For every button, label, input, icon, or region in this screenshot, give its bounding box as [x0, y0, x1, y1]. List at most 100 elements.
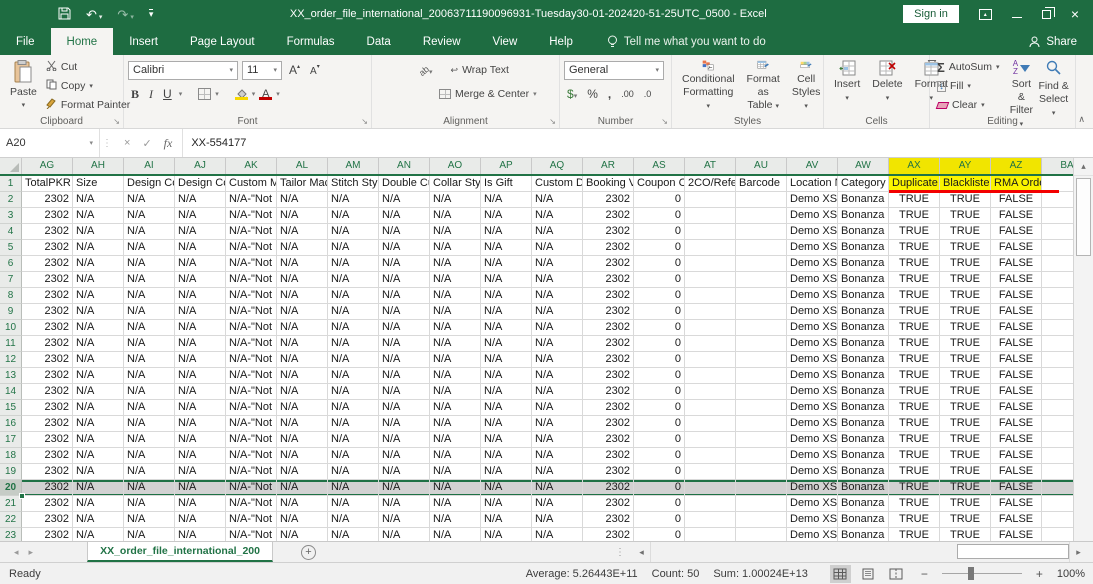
column-header-AW[interactable]: AW [838, 158, 889, 174]
cell-AN17[interactable]: N/A [379, 432, 430, 448]
cell-AJ16[interactable]: N/A [175, 416, 226, 432]
dialog-launcher-icon[interactable]: ↘ [661, 117, 668, 126]
cell-AI15[interactable]: N/A [124, 400, 175, 416]
cell-AR5[interactable]: 2302 [583, 240, 634, 256]
cell-AV3[interactable]: Demo XSt [787, 208, 838, 224]
cell-AI5[interactable]: N/A [124, 240, 175, 256]
copy-button[interactable]: Copy ▾ [43, 77, 133, 95]
autosum-button[interactable]: Σ AutoSum ▾ [934, 58, 1003, 76]
cell-AM2[interactable]: N/A [328, 192, 379, 208]
cell-AY22[interactable]: TRUE [940, 512, 991, 528]
cell-AL6[interactable]: N/A [277, 256, 328, 272]
cell-AS7[interactable]: 0 [634, 272, 685, 288]
cell-AP22[interactable]: N/A [481, 512, 532, 528]
cell-AI6[interactable]: N/A [124, 256, 175, 272]
name-box[interactable]: A20 ▾ [0, 129, 100, 157]
cell-AN20[interactable]: N/A [379, 480, 430, 496]
cell-AL19[interactable]: N/A [277, 464, 328, 480]
share-button[interactable]: Share [1029, 28, 1093, 55]
row-header-3[interactable]: 3 [0, 208, 22, 224]
cell-AV15[interactable]: Demo XSt [787, 400, 838, 416]
cell-AW12[interactable]: Bonanza S [838, 352, 889, 368]
cell-AT5[interactable] [685, 240, 736, 256]
cell-AR4[interactable]: 2302 [583, 224, 634, 240]
cell-AI16[interactable]: N/A [124, 416, 175, 432]
cell-AO9[interactable]: N/A [430, 304, 481, 320]
cell-AY13[interactable]: TRUE [940, 368, 991, 384]
cell-AI13[interactable]: N/A [124, 368, 175, 384]
shrink-font-button[interactable]: A▾ [307, 63, 323, 77]
cell-AX4[interactable]: TRUE [889, 224, 940, 240]
cell-AZ8[interactable]: FALSE [991, 288, 1042, 304]
cell-AS3[interactable]: 0 [634, 208, 685, 224]
cell-AI10[interactable]: N/A [124, 320, 175, 336]
insert-function-icon[interactable]: fx [164, 136, 173, 151]
underline-button[interactable]: U [160, 87, 175, 101]
cell-AU9[interactable] [736, 304, 787, 320]
cell-AZ5[interactable]: FALSE [991, 240, 1042, 256]
cell-AJ14[interactable]: N/A [175, 384, 226, 400]
cell-AH2[interactable]: N/A [73, 192, 124, 208]
cell-AS6[interactable]: 0 [634, 256, 685, 272]
cell-AO14[interactable]: N/A [430, 384, 481, 400]
cell-AZ14[interactable]: FALSE [991, 384, 1042, 400]
cell-AI21[interactable]: N/A [124, 496, 175, 512]
cell-AI7[interactable]: N/A [124, 272, 175, 288]
cell-AJ2[interactable]: N/A [175, 192, 226, 208]
cell-AG10[interactable]: 2302 [22, 320, 73, 336]
cell-AX19[interactable]: TRUE [889, 464, 940, 480]
cell-AK21[interactable]: N/A-"Not [226, 496, 277, 512]
cell-AQ8[interactable]: N/A [532, 288, 583, 304]
cell-AZ6[interactable]: FALSE [991, 256, 1042, 272]
cell-AX17[interactable]: TRUE [889, 432, 940, 448]
cell-AI4[interactable]: N/A [124, 224, 175, 240]
clear-button[interactable]: Clear ▾ [934, 96, 1003, 114]
cell-AV21[interactable]: Demo XSt [787, 496, 838, 512]
cell-AO2[interactable]: N/A [430, 192, 481, 208]
cell-AZ11[interactable]: FALSE [991, 336, 1042, 352]
dialog-launcher-icon[interactable]: ↘ [113, 117, 120, 126]
cell-AQ20[interactable]: N/A [532, 480, 583, 496]
cell-AM19[interactable]: N/A [328, 464, 379, 480]
cell-AP15[interactable]: N/A [481, 400, 532, 416]
cell-AP8[interactable]: N/A [481, 288, 532, 304]
cell-AQ17[interactable]: N/A [532, 432, 583, 448]
cell-AM18[interactable]: N/A [328, 448, 379, 464]
cell-AQ7[interactable]: N/A [532, 272, 583, 288]
cell-AR7[interactable]: 2302 [583, 272, 634, 288]
cell-AY23[interactable]: TRUE [940, 528, 991, 541]
cell-AM23[interactable]: N/A [328, 528, 379, 541]
cell-AO10[interactable]: N/A [430, 320, 481, 336]
cell-AT19[interactable] [685, 464, 736, 480]
cell-AP10[interactable]: N/A [481, 320, 532, 336]
cell-AX2[interactable]: TRUE [889, 192, 940, 208]
cell-AQ21[interactable]: N/A [532, 496, 583, 512]
cell-AN3[interactable]: N/A [379, 208, 430, 224]
cell-AP7[interactable]: N/A [481, 272, 532, 288]
tell-me-box[interactable]: Tell me what you want to do [589, 28, 766, 55]
undo-icon[interactable]: ↶▾ [86, 8, 102, 21]
cell-AN15[interactable]: N/A [379, 400, 430, 416]
cell-AU16[interactable] [736, 416, 787, 432]
cell-AY12[interactable]: TRUE [940, 352, 991, 368]
cell-AM12[interactable]: N/A [328, 352, 379, 368]
zoom-slider-thumb[interactable] [968, 567, 974, 580]
cell-AH3[interactable]: N/A [73, 208, 124, 224]
cell-AO16[interactable]: N/A [430, 416, 481, 432]
cell-AP19[interactable]: N/A [481, 464, 532, 480]
cell-AO19[interactable]: N/A [430, 464, 481, 480]
cell-AX7[interactable]: TRUE [889, 272, 940, 288]
cell-AR9[interactable]: 2302 [583, 304, 634, 320]
cell-AI19[interactable]: N/A [124, 464, 175, 480]
tab-page-layout[interactable]: Page Layout [174, 28, 271, 55]
column-header-AH[interactable]: AH [73, 158, 124, 174]
cell-AV2[interactable]: Demo XSt [787, 192, 838, 208]
cell-AU2[interactable] [736, 192, 787, 208]
cell-AJ17[interactable]: N/A [175, 432, 226, 448]
row-header-11[interactable]: 11 [0, 336, 22, 352]
cell-AW10[interactable]: Bonanza S [838, 320, 889, 336]
cell-AR22[interactable]: 2302 [583, 512, 634, 528]
row-header-19[interactable]: 19 [0, 464, 22, 480]
cell-AS11[interactable]: 0 [634, 336, 685, 352]
cell-AW20[interactable]: Bonanza S [838, 480, 889, 496]
